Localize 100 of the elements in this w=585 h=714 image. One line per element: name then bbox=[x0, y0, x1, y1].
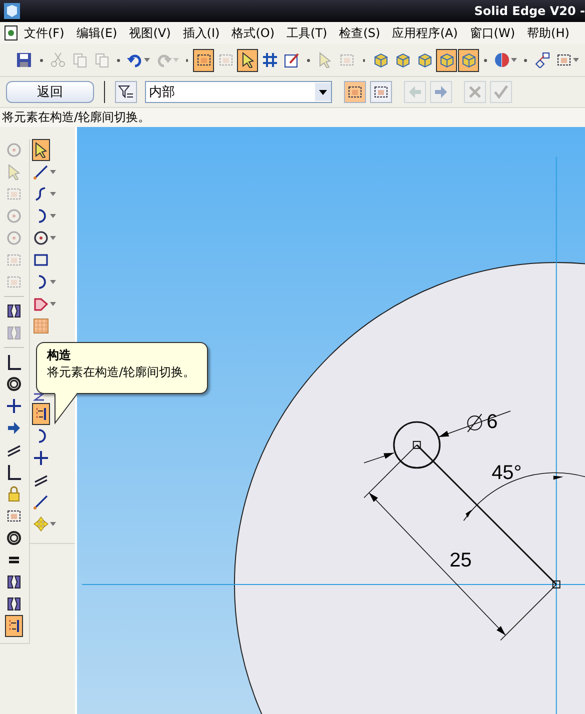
ring-icon bbox=[6, 530, 22, 546]
menu-item[interactable]: 应用程序(A) bbox=[386, 22, 464, 44]
undo-icon bbox=[127, 52, 144, 68]
cube-icon bbox=[416, 52, 433, 68]
wave-icon bbox=[33, 393, 45, 401]
lock-icon bbox=[6, 486, 22, 502]
line-icon bbox=[33, 494, 49, 510]
grid-icon bbox=[262, 52, 278, 68]
cube-icon bbox=[372, 52, 389, 68]
back-button[interactable]: 返回 bbox=[6, 81, 94, 103]
toolbar-button[interactable] bbox=[436, 48, 458, 72]
toolbar-button[interactable] bbox=[458, 48, 480, 72]
mirror-icon bbox=[6, 596, 22, 612]
circle-icon bbox=[6, 230, 22, 246]
frame-icon bbox=[6, 186, 22, 202]
cut-icon bbox=[50, 52, 66, 68]
arrow-left-icon bbox=[407, 84, 423, 100]
mirror-icon bbox=[6, 325, 22, 341]
menu-item[interactable]: 检查(S) bbox=[333, 22, 386, 44]
tool-button[interactable] bbox=[32, 139, 50, 161]
tool-button[interactable] bbox=[5, 615, 23, 637]
frame-icon bbox=[218, 52, 234, 68]
redo-icon bbox=[156, 52, 172, 68]
caret-icon bbox=[144, 58, 150, 62]
pointer-icon bbox=[6, 164, 22, 180]
filter-button[interactable] bbox=[115, 81, 137, 103]
frame-icon bbox=[556, 52, 572, 68]
toolbar-button[interactable] bbox=[237, 48, 258, 72]
ribbon-button[interactable] bbox=[370, 81, 392, 103]
caret-icon bbox=[510, 58, 517, 62]
caret-icon bbox=[50, 522, 56, 526]
menu-item[interactable]: 文件(F) bbox=[18, 22, 70, 44]
dimension-value: 6 bbox=[486, 410, 498, 433]
window-title: Solid Edge V20 - bbox=[474, 4, 585, 18]
keypoint-marker bbox=[412, 440, 421, 449]
tool-button[interactable] bbox=[32, 403, 50, 425]
menu-item[interactable]: 格式(O) bbox=[226, 22, 281, 44]
menu-item[interactable]: 工具(T) bbox=[280, 22, 334, 44]
check-icon bbox=[493, 84, 509, 100]
mirror-icon bbox=[6, 574, 22, 590]
mirror-icon bbox=[6, 303, 22, 319]
frame-icon bbox=[196, 52, 212, 68]
copy-icon bbox=[72, 52, 88, 68]
circle-icon bbox=[6, 208, 22, 224]
arrow-right-icon bbox=[433, 84, 449, 100]
menu-item[interactable]: 编辑(E) bbox=[70, 22, 124, 44]
frame-icon bbox=[6, 274, 22, 290]
cube-icon bbox=[460, 52, 477, 68]
arrow-right-icon bbox=[6, 420, 22, 436]
diameter-icon bbox=[467, 414, 482, 432]
keypoint-marker bbox=[552, 580, 560, 588]
circle-icon bbox=[33, 230, 49, 246]
caret-icon bbox=[50, 236, 56, 240]
caret-icon bbox=[572, 58, 579, 62]
caret-icon bbox=[50, 192, 56, 196]
rectangle-icon bbox=[33, 252, 49, 268]
cube-icon bbox=[438, 52, 455, 68]
line-icon bbox=[33, 164, 49, 180]
shape-icon bbox=[33, 296, 49, 312]
hole-circle bbox=[393, 421, 441, 469]
caret-icon bbox=[50, 280, 56, 284]
sketch-icon bbox=[284, 52, 300, 68]
move-icon bbox=[33, 516, 49, 532]
menu-item[interactable]: 帮助(H) bbox=[521, 22, 576, 44]
relations-icon bbox=[534, 52, 550, 68]
menu-item[interactable]: 窗口(W) bbox=[464, 22, 522, 44]
document-icon[interactable] bbox=[4, 25, 18, 41]
pattern-icon bbox=[33, 318, 49, 334]
frame-icon bbox=[339, 52, 356, 68]
dimension-value: 45° bbox=[492, 462, 522, 484]
cross-icon bbox=[6, 398, 22, 414]
caret-icon bbox=[319, 90, 327, 94]
dimension-value: 25 bbox=[450, 550, 472, 572]
save-icon bbox=[16, 52, 32, 68]
circle-icon bbox=[6, 142, 22, 158]
frame-icon bbox=[373, 84, 389, 100]
app-icon bbox=[4, 3, 20, 19]
cube-icon bbox=[394, 52, 411, 68]
corner-icon bbox=[6, 354, 22, 370]
paste-icon bbox=[94, 52, 110, 68]
frame-icon bbox=[6, 508, 22, 524]
tooltip-title: 构造 bbox=[47, 347, 72, 364]
toolbar-button[interactable] bbox=[193, 48, 214, 72]
corner-icon bbox=[6, 464, 22, 480]
close-icon bbox=[467, 84, 483, 100]
menu-item[interactable]: 插入(I) bbox=[176, 22, 226, 44]
menu-item[interactable]: 视图(V) bbox=[123, 22, 177, 44]
caret-icon bbox=[50, 302, 56, 306]
select-field[interactable]: 内部 bbox=[145, 81, 332, 103]
frame-icon bbox=[6, 252, 22, 268]
pointer-icon bbox=[33, 142, 49, 158]
ribbon-button[interactable] bbox=[344, 81, 366, 103]
sphere-icon bbox=[494, 52, 510, 68]
pointer-icon bbox=[240, 52, 256, 68]
frame-icon bbox=[347, 84, 363, 100]
ring-icon bbox=[6, 376, 22, 392]
cross-icon bbox=[33, 450, 49, 466]
filter-icon bbox=[118, 84, 134, 100]
status-text: 将元素在构造/轮廓间切换。 bbox=[0, 108, 585, 127]
caret-icon bbox=[172, 58, 179, 62]
